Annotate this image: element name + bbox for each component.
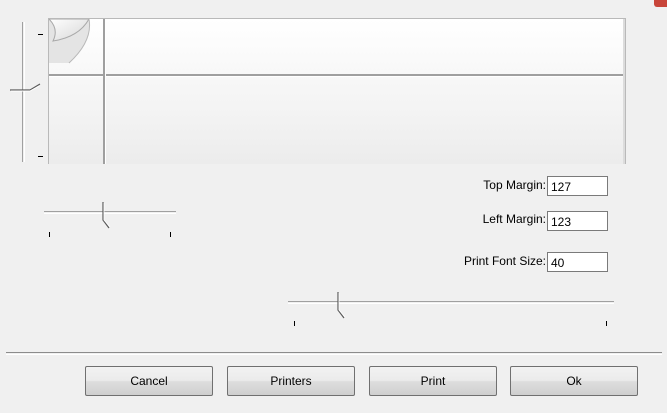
print-font-size-label: Print Font Size: xyxy=(463,254,546,268)
vertical-slider-tick-top xyxy=(38,34,43,35)
vertical-slider-thumb[interactable] xyxy=(10,82,42,106)
font-size-slider-tick-max xyxy=(606,321,607,326)
top-margin-guide-line xyxy=(49,74,625,77)
left-margin-slider[interactable] xyxy=(40,200,180,240)
printers-button[interactable]: Printers xyxy=(227,366,355,396)
font-size-slider[interactable] xyxy=(286,290,616,330)
page-curl-icon xyxy=(49,19,91,64)
top-margin-input[interactable] xyxy=(547,176,608,196)
left-margin-input[interactable] xyxy=(547,211,608,231)
cancel-button[interactable]: Cancel xyxy=(85,366,213,396)
print-button[interactable]: Print xyxy=(369,366,497,396)
left-slider-tick-min xyxy=(49,232,50,237)
left-margin-label: Left Margin: xyxy=(482,212,546,226)
ok-button[interactable]: Ok xyxy=(510,366,638,396)
left-slider-tick-max xyxy=(170,232,171,237)
footer-separator xyxy=(6,352,662,355)
close-icon[interactable] xyxy=(654,0,667,7)
left-margin-guide-line xyxy=(103,19,106,164)
page-preview xyxy=(48,18,626,164)
top-margin-label: Top Margin: xyxy=(483,178,546,192)
preview-right-edge xyxy=(623,19,625,164)
vertical-slider-tick-bottom xyxy=(38,156,43,157)
vertical-margin-slider[interactable] xyxy=(8,18,44,166)
font-size-slider-tick-min xyxy=(294,321,295,326)
print-font-size-input[interactable] xyxy=(547,252,608,272)
font-size-slider-thumb[interactable] xyxy=(330,290,348,320)
left-slider-thumb[interactable] xyxy=(95,200,113,230)
